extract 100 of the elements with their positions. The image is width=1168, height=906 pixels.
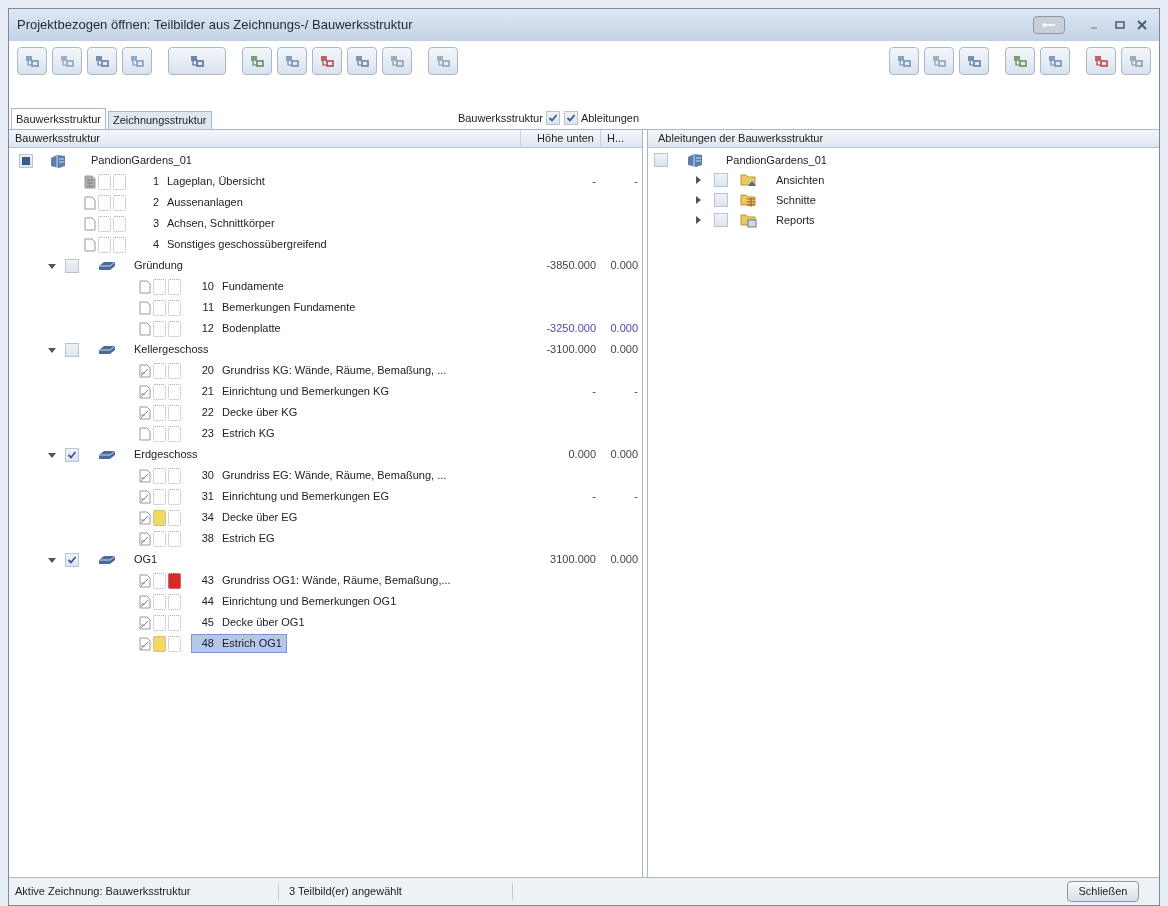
drawing-row[interactable]: 2 Aussenanlagen	[136, 193, 248, 212]
drawing-row[interactable]: 1 Lageplan, Übersicht	[136, 172, 270, 191]
drawing-number: 38	[200, 531, 215, 547]
checkbox[interactable]	[714, 193, 728, 207]
toolbar-button[interactable]	[242, 47, 272, 75]
collapse-arrow-icon[interactable]	[48, 345, 56, 354]
option-checkbox[interactable]: Bauwerksstruktur	[457, 109, 560, 126]
group-label: Gründung	[134, 258, 183, 274]
toolbar-button[interactable]	[312, 47, 342, 75]
drawing-label: Lageplan, Übersicht	[167, 174, 265, 190]
checkbox[interactable]	[654, 153, 668, 167]
column-title[interactable]: Bauwerksstruktur	[9, 130, 520, 147]
toolbar-button[interactable]	[347, 47, 377, 75]
toolbar-button[interactable]	[1086, 47, 1116, 75]
close-icon[interactable]	[1137, 20, 1147, 30]
plan-sheet-icon	[139, 531, 151, 546]
checkbox[interactable]	[563, 110, 578, 125]
drawing-row[interactable]: 20 Grundriss KG: Wände, Räume, Bemaßung, ...	[191, 361, 452, 380]
floor-slab-icon	[98, 259, 116, 272]
drawing-row[interactable]: 30 Grundriss EG: Wände, Räume, Bemaßung, ...	[191, 466, 452, 485]
status-text: Aktive Zeichnung: Bauwerksstruktur	[9, 883, 279, 900]
tool-icon	[24, 53, 40, 69]
drawing-row[interactable]: 44 Einrichtung und Bemerkungen OG1	[191, 592, 402, 611]
drawing-row[interactable]: 10 Fundamente	[191, 277, 289, 296]
active-marker[interactable]	[153, 509, 166, 526]
option-checkbox[interactable]: Ableitungen	[563, 109, 639, 126]
checkbox[interactable]	[714, 173, 728, 187]
column-title[interactable]: Höhe unten	[520, 130, 600, 147]
toolbar-button[interactable]	[1040, 47, 1070, 75]
toolbar-button[interactable]	[924, 47, 954, 75]
drawing-row[interactable]: 12 Bodenplatte	[191, 319, 286, 338]
pin-button[interactable]	[1033, 16, 1065, 34]
height-value: -3100.000	[545, 342, 597, 358]
drawing-number: 1	[151, 174, 160, 190]
drawing-label: Estrich OG1	[222, 636, 282, 652]
toolbar-button[interactable]	[382, 47, 412, 75]
toolbar-button[interactable]	[889, 47, 919, 75]
height-value: -	[633, 174, 639, 190]
column-title[interactable]: H...	[600, 130, 642, 147]
drawing-row[interactable]: 31 Einrichtung und Bemerkungen EG	[191, 487, 394, 506]
drawing-row[interactable]: 21 Einrichtung und Bemerkungen KG	[191, 382, 394, 401]
collapse-arrow-icon[interactable]	[48, 261, 56, 270]
maximize-icon[interactable]	[1115, 20, 1125, 30]
drawing-label: Bemerkungen Fundamente	[222, 300, 356, 316]
toolbar-button[interactable]	[1121, 47, 1151, 75]
tool-icon	[435, 53, 451, 69]
expand-arrow-icon[interactable]	[694, 196, 702, 204]
window-title: Projektbezogen öffnen: Teilbilder aus Zeichnungs-/ Bauwerksstruktur	[17, 16, 414, 35]
height-value: 0.000	[609, 342, 639, 358]
drawing-label: Estrich KG	[222, 426, 275, 442]
toolbar-button[interactable]	[87, 47, 117, 75]
floor-slab-icon	[98, 553, 116, 566]
drawing-number: 4	[151, 237, 160, 253]
drawing-row[interactable]: 48 Estrich OG1	[191, 634, 287, 653]
checkbox[interactable]	[65, 447, 79, 462]
toolbar-button[interactable]	[1005, 47, 1035, 75]
drawing-number: 10	[200, 279, 215, 295]
drawing-row[interactable]: 3 Achsen, Schnittkörper	[136, 214, 280, 233]
toolbar-button[interactable]	[959, 47, 989, 75]
checkbox[interactable]	[19, 153, 33, 168]
close-button[interactable]: Schließen	[1067, 881, 1139, 902]
drawing-row[interactable]: 38 Estrich EG	[191, 529, 280, 548]
toolbar-button[interactable]	[428, 47, 458, 75]
drawing-row[interactable]: 11 Bemerkungen Fundamente	[191, 298, 361, 317]
drawing-row[interactable]: 34 Decke über EG	[191, 508, 303, 527]
expand-arrow-icon[interactable]	[694, 176, 702, 184]
tool-icon	[966, 53, 982, 69]
column-title[interactable]: Ableitungen der Bauwerksstruktur	[648, 130, 834, 147]
drawing-row[interactable]: 22 Decke über KG	[191, 403, 303, 422]
expand-arrow-icon[interactable]	[694, 216, 702, 224]
drawing-number: 3	[151, 216, 160, 232]
drawing-number: 31	[200, 489, 215, 505]
checkbox[interactable]	[65, 258, 79, 273]
drawing-row[interactable]: 23 Estrich KG	[191, 424, 280, 443]
drawing-row[interactable]: 43 Grundriss OG1: Wände, Räume, Bemaßung,...	[191, 571, 456, 590]
toolbar-button[interactable]	[277, 47, 307, 75]
document-icon	[84, 174, 96, 189]
checkbox[interactable]	[65, 552, 79, 567]
toolbar-button[interactable]	[122, 47, 152, 75]
drawing-number: 30	[200, 468, 215, 484]
height-value: -	[633, 384, 639, 400]
active-marker[interactable]	[153, 635, 166, 652]
tool-icon	[284, 53, 300, 69]
tool-icon	[354, 53, 370, 69]
tab[interactable]: Zeichnungsstruktur	[108, 111, 212, 129]
checkbox[interactable]	[545, 110, 560, 125]
collapse-arrow-icon[interactable]	[48, 555, 56, 564]
drawing-label: Decke über EG	[222, 510, 298, 526]
checkbox[interactable]	[65, 342, 79, 357]
toolbar-button[interactable]	[52, 47, 82, 75]
drawing-row[interactable]: 4 Sonstiges geschossübergreifend	[136, 235, 332, 254]
toolbar-button[interactable]	[17, 47, 47, 75]
locked-marker[interactable]	[168, 572, 181, 589]
tab[interactable]: Bauwerksstruktur	[11, 108, 106, 129]
drawing-row[interactable]: 45 Decke über OG1	[191, 613, 310, 632]
folder-house-icon	[740, 171, 758, 189]
group-label: Kellergeschoss	[134, 342, 209, 358]
checkbox[interactable]	[714, 213, 728, 227]
toolbar-button[interactable]	[168, 47, 226, 75]
collapse-arrow-icon[interactable]	[48, 450, 56, 459]
